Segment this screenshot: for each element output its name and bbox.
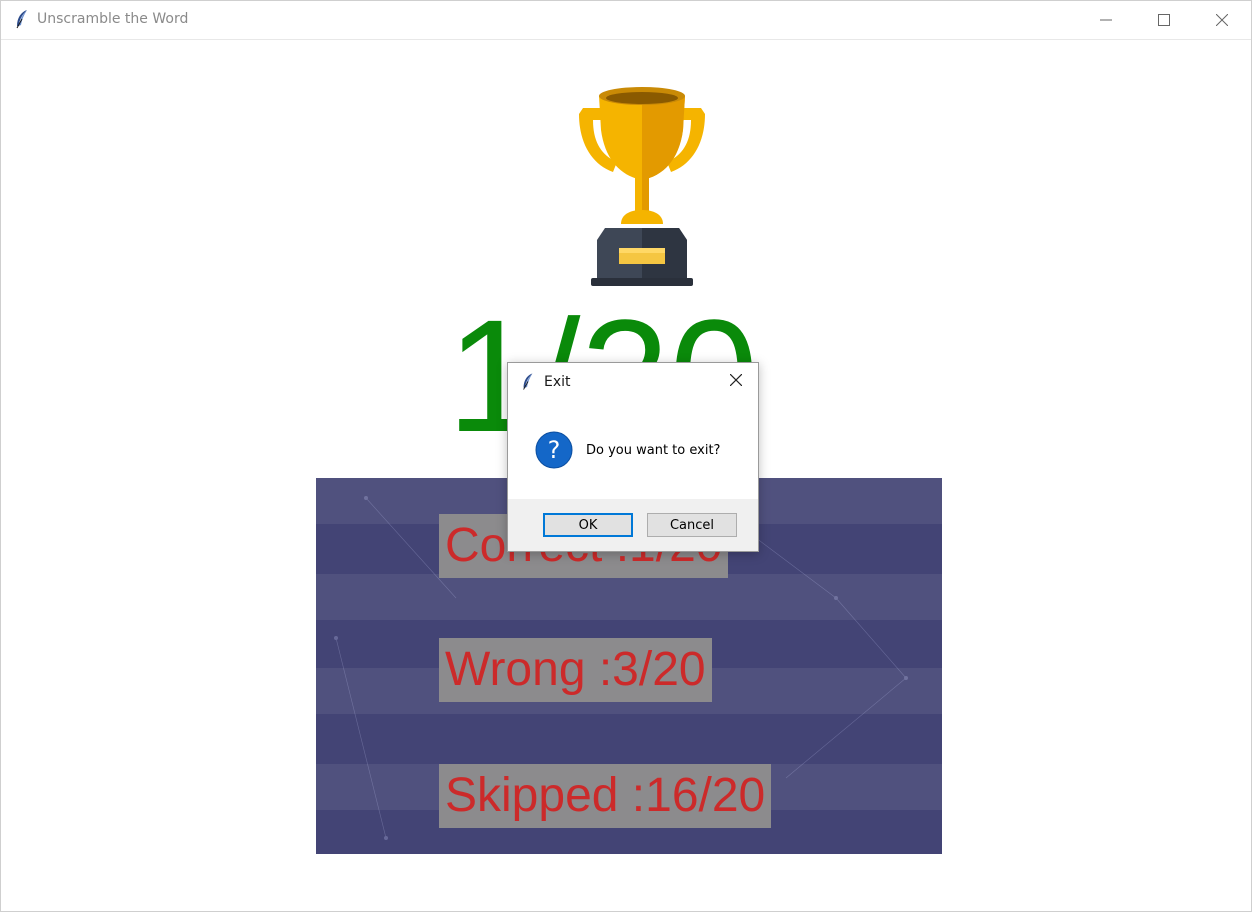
main-window: Unscramble the Word Wrong:3/20 Skipped … — [0, 0, 1252, 912]
dialog-button-bar: OK Cancel — [508, 499, 758, 551]
title-bar[interactable]: Unscramble the Word — [1, 1, 1251, 40]
question-icon: ? — [535, 431, 573, 469]
results-screen: 1/20 Correct :1/20 Wrong :3/20 Skipped :… — [1, 40, 1251, 911]
dialog-title-bar[interactable]: Exit — [508, 363, 758, 401]
maximize-icon — [1158, 14, 1170, 26]
feather-icon — [13, 9, 31, 29]
dialog-message: Do you want to exit? — [586, 443, 721, 458]
minimize-button[interactable] — [1077, 1, 1135, 39]
skipped-count: Skipped :16/20 — [439, 764, 772, 828]
wrong-count: Wrong :3/20 — [439, 638, 712, 702]
cancel-button[interactable]: Cancel — [647, 513, 737, 537]
window-title: Unscramble the Word — [37, 11, 189, 27]
close-button[interactable] — [1193, 1, 1251, 39]
exit-dialog: Exit ? Do you want to exit? OK Cancel — [507, 362, 759, 552]
dialog-close-button[interactable] — [722, 369, 750, 395]
trophy-icon — [579, 87, 705, 286]
dialog-title: Exit — [544, 374, 571, 390]
close-icon — [1216, 14, 1228, 26]
close-icon — [729, 373, 743, 391]
ok-button[interactable]: OK — [543, 513, 633, 537]
minimize-icon — [1100, 14, 1112, 26]
svg-text:?: ? — [548, 436, 561, 464]
feather-icon — [520, 372, 536, 391]
maximize-button[interactable] — [1135, 1, 1193, 39]
